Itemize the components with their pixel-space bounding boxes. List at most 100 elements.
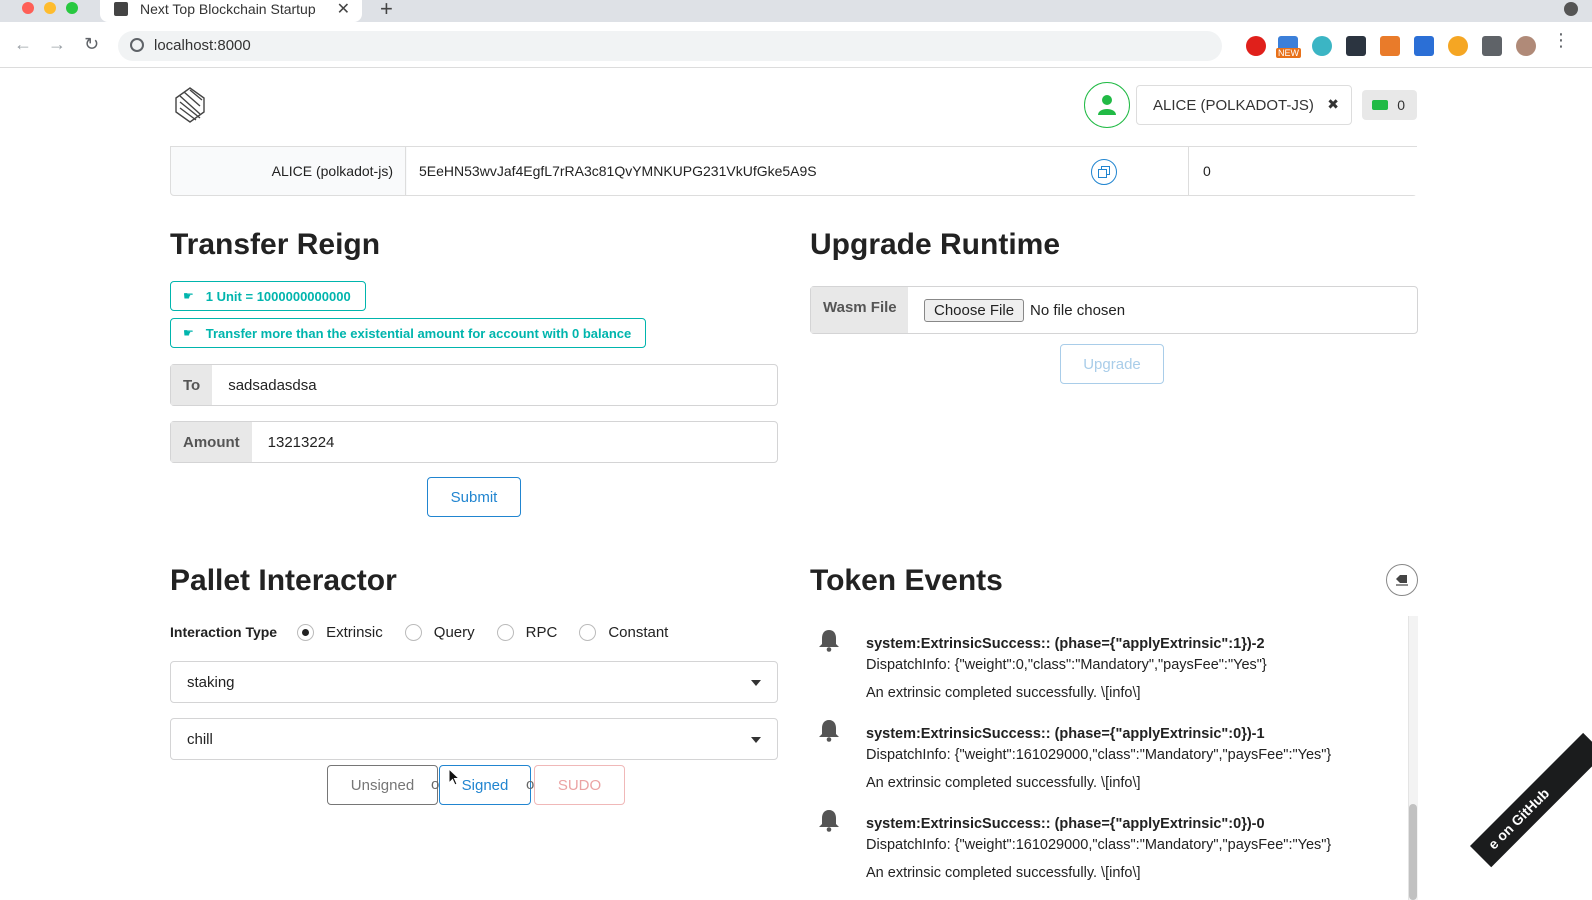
unit-notice: ☛ 1 Unit = 1000000000000 [170, 281, 366, 311]
upgrade-heading: Upgrade Runtime [810, 228, 1061, 261]
address-bar[interactable]: localhost:8000 [118, 31, 1222, 61]
radio-constant-label[interactable]: Constant [608, 624, 668, 641]
to-label: To [171, 365, 213, 405]
sudo-button[interactable]: SUDO [534, 765, 625, 805]
radio-extrinsic-label[interactable]: Extrinsic [326, 624, 383, 641]
transfer-heading: Transfer Reign [170, 228, 381, 261]
mouse-cursor-icon [448, 768, 460, 786]
browser-tab-bar: Next Top Blockchain Startup ✕ + [0, 0, 1592, 22]
back-arrow-icon[interactable]: ← [14, 34, 32, 55]
new-extension-icon[interactable]: NEW [1276, 36, 1301, 58]
reload-icon[interactable]: ↻ [84, 34, 99, 55]
site-info-icon[interactable] [130, 38, 144, 52]
new-badge: NEW [1276, 48, 1301, 58]
pallet-dropdown-value: staking [187, 673, 235, 691]
events-feed: system:ExtrinsicSuccess:: (phase={"apply… [810, 616, 1420, 900]
account-balance-label: 0 [1362, 90, 1417, 120]
bell-icon [819, 810, 839, 832]
wasm-file-label: Wasm File [811, 287, 908, 333]
copy-icon [1098, 166, 1110, 178]
address-bar-url: localhost:8000 [154, 37, 251, 54]
upgrade-button[interactable]: Upgrade [1060, 344, 1164, 384]
account-address: 5EeHN53wvJaf4EgfL7rRA3c81QvYMNKUPG231VkU… [419, 163, 817, 179]
m-extension-icon[interactable] [1312, 36, 1332, 56]
event-description: An extrinsic completed successfully. \[i… [866, 775, 1141, 791]
app-page: ALICE (POLKADOT-JS) ✖ 0 ALICE (polkadot-… [0, 68, 1592, 900]
account-balance-value: 0 [1397, 97, 1405, 113]
browser-tab[interactable]: Next Top Blockchain Startup ✕ [100, 0, 362, 22]
extensions-puzzle-icon[interactable] [1482, 36, 1502, 56]
clear-events-button[interactable] [1386, 564, 1418, 596]
minimize-window-button[interactable] [44, 2, 56, 14]
account-address-cell: 5EeHN53wvJaf4EgfL7rRA3c81QvYMNKUPG231VkU… [407, 147, 1189, 195]
adblock-extension-icon[interactable] [1246, 36, 1266, 56]
zoom-window-button[interactable] [66, 2, 78, 14]
to-input[interactable]: sadsadasdsa [212, 365, 777, 405]
existential-notice-text: Transfer more than the existential amoun… [205, 325, 632, 341]
interaction-type-group: Interaction Type Extrinsic Query RPC Con… [170, 620, 668, 644]
y-extension-icon[interactable] [1414, 36, 1434, 56]
accounts-table: ALICE (polkadot-js) 5EeHN53wvJaf4EgfL7rR… [170, 146, 1418, 196]
password-extension-icon[interactable] [1346, 36, 1366, 56]
event-info: DispatchInfo: {"weight":161029000,"class… [866, 747, 1332, 763]
radio-rpc-label[interactable]: RPC [526, 624, 558, 641]
account-balance-cell: 0 [1189, 147, 1418, 195]
account-avatar[interactable] [1084, 82, 1130, 128]
radio-constant[interactable] [579, 623, 597, 641]
to-field[interactable]: To sadsadasdsa [170, 364, 778, 406]
eraser-icon [1396, 575, 1408, 586]
event-item: system:ExtrinsicSuccess:: (phase={"apply… [810, 616, 1400, 706]
events-scrollbar-thumb[interactable] [1409, 804, 1417, 900]
polkadot-extension-icon[interactable] [1448, 36, 1468, 56]
tab-search-icon[interactable] [1564, 2, 1578, 16]
user-icon [1098, 95, 1116, 115]
event-title: system:ExtrinsicSuccess:: (phase={"apply… [866, 726, 1265, 742]
amount-input[interactable]: 13213224 [252, 422, 777, 462]
event-description: An extrinsic completed successfully. \[i… [866, 865, 1141, 881]
callable-dropdown[interactable]: chill [170, 718, 778, 760]
events-heading: Token Events [810, 564, 1003, 597]
submit-button[interactable]: Submit [427, 477, 521, 517]
browser-menu-icon[interactable]: ⋮ [1552, 30, 1570, 50]
tab-close-icon[interactable]: ✕ [337, 0, 350, 19]
radio-extrinsic[interactable] [297, 623, 315, 641]
wasm-file-field: Wasm File Choose File No file chosen [810, 286, 1418, 334]
unit-notice-text: 1 Unit = 1000000000000 [205, 288, 351, 304]
new-tab-button[interactable]: + [380, 0, 393, 22]
account-selector-value: ALICE (POLKADOT-JS) [1153, 96, 1314, 114]
bell-icon [819, 720, 839, 742]
tab-title: Next Top Blockchain Startup [140, 1, 316, 17]
copy-address-button[interactable] [1091, 159, 1117, 185]
existential-notice: ☛ Transfer more than the existential amo… [170, 318, 647, 348]
pallet-heading: Pallet Interactor [170, 564, 397, 597]
unsigned-button[interactable]: Unsigned [327, 765, 438, 805]
event-title: system:ExtrinsicSuccess:: (phase={"apply… [866, 636, 1265, 652]
account-name-cell: ALICE (polkadot-js) [171, 147, 406, 195]
no-file-chosen-text: No file chosen [1030, 301, 1126, 319]
chevron-down-icon [751, 737, 761, 743]
forward-arrow-icon[interactable]: → [48, 34, 66, 55]
metamask-fox-icon[interactable] [1380, 36, 1400, 56]
github-ribbon[interactable]: e on GitHub [1470, 732, 1592, 868]
event-item: system:ExtrinsicSuccess:: (phase={"apply… [810, 796, 1400, 900]
money-icon [1372, 100, 1388, 110]
event-description: An extrinsic completed successfully. \[i… [866, 685, 1141, 701]
amount-field[interactable]: Amount 13213224 [170, 421, 778, 463]
choose-file-button[interactable]: Choose File [924, 298, 1025, 322]
clear-account-icon[interactable]: ✖ [1327, 96, 1339, 113]
radio-query[interactable] [404, 623, 422, 641]
event-info: DispatchInfo: {"weight":161029000,"class… [866, 837, 1332, 853]
close-window-button[interactable] [22, 2, 34, 14]
account-selector[interactable]: ALICE (POLKADOT-JS) ✖ [1136, 85, 1352, 125]
pallet-dropdown[interactable]: staking [170, 661, 778, 703]
bell-icon [819, 630, 839, 652]
amount-label: Amount [171, 422, 252, 462]
browser-toolbar: ← → ↻ localhost:8000 NEW ⋮ [0, 22, 1592, 68]
radio-rpc[interactable] [496, 623, 514, 641]
event-title: system:ExtrinsicSuccess:: (phase={"apply… [866, 816, 1265, 832]
radio-query-label[interactable]: Query [434, 624, 475, 641]
profile-avatar[interactable] [1516, 36, 1536, 56]
tab-favicon-icon [114, 2, 128, 16]
hand-point-right-icon: ☛ [183, 326, 194, 340]
event-info: DispatchInfo: {"weight":0,"class":"Manda… [866, 657, 1267, 673]
